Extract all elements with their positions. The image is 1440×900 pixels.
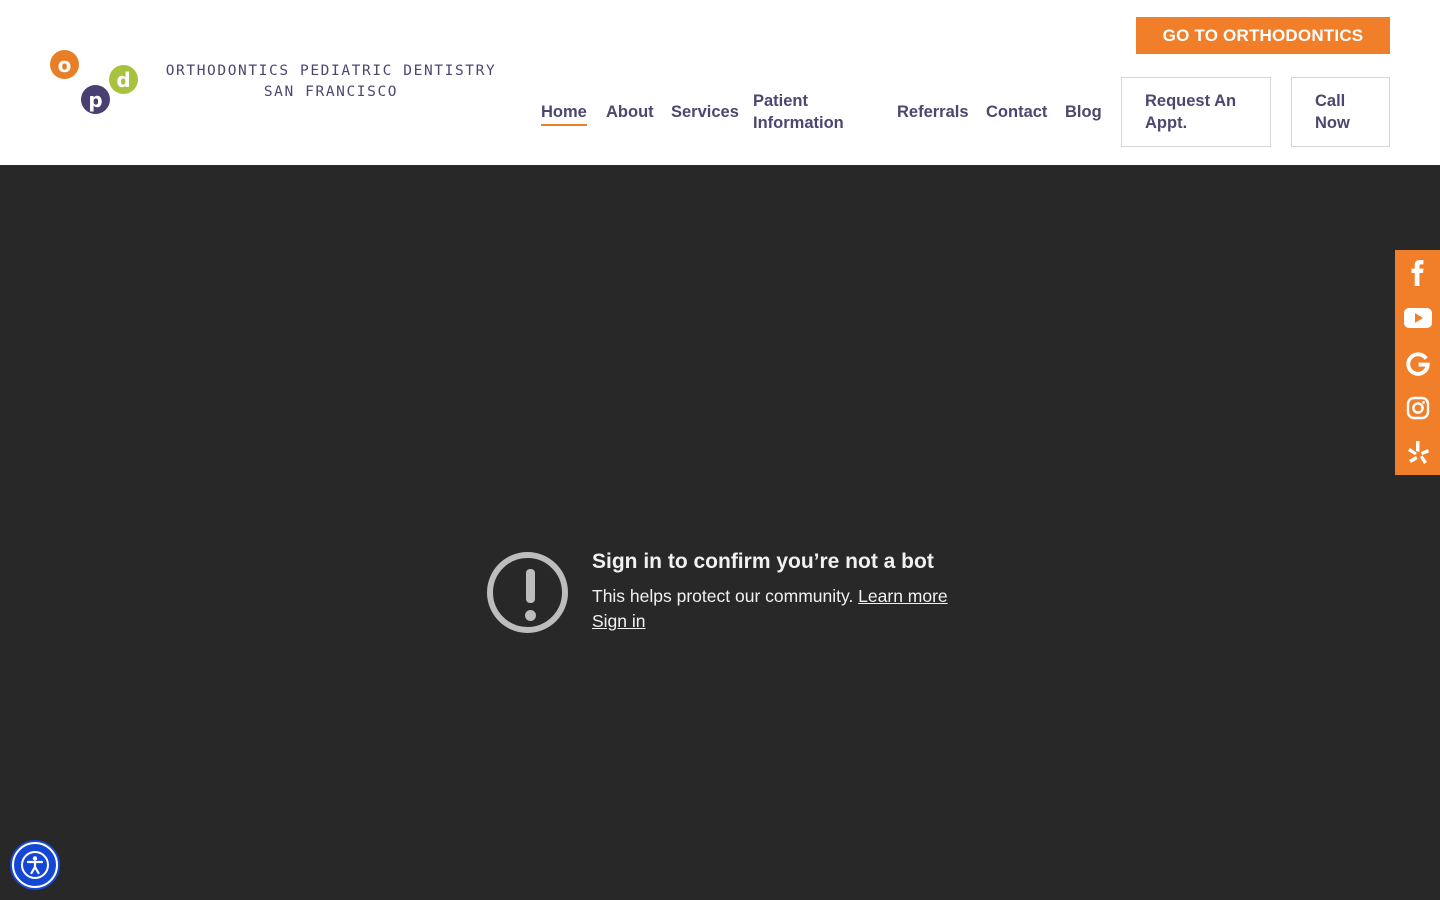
logo-line-2: SAN FRANCISCO	[263, 84, 399, 100]
go-to-orthodontics-button[interactable]: GO TO ORTHODONTICS	[1136, 17, 1390, 54]
nav-referrals[interactable]: Referrals	[897, 101, 969, 123]
learn-more-link[interactable]: Learn more	[858, 586, 948, 606]
nav-about[interactable]: About	[606, 101, 654, 123]
youtube-icon[interactable]	[1395, 295, 1440, 340]
alert-icon	[487, 552, 568, 633]
logo-o-circle: o	[50, 50, 79, 79]
logo-text: ORTHODONTICS PEDIATRIC DENTISTRY SAN FRA…	[156, 61, 506, 103]
accessibility-icon	[21, 851, 49, 879]
request-line-1: Request An	[1145, 92, 1237, 110]
logo-p-circle: p	[81, 85, 110, 114]
video-embed[interactable]	[0, 165, 1440, 900]
nav-services[interactable]: Services	[671, 101, 739, 123]
alert-icon-dot	[525, 610, 536, 621]
logo-line-1: ORTHODONTICS PEDIATRIC DENTISTRY	[165, 63, 497, 79]
site-header: o d p ORTHODONTICS PEDIATRIC DENTISTRY S…	[0, 0, 1440, 165]
bot-check-body-text: This helps protect our community.	[592, 586, 859, 606]
bot-check-message: Sign in to confirm you’re not a bot This…	[487, 549, 1007, 639]
instagram-icon[interactable]	[1395, 385, 1440, 430]
google-icon[interactable]	[1395, 340, 1440, 385]
nav-contact[interactable]: Contact	[986, 101, 1047, 123]
yelp-icon[interactable]	[1395, 430, 1440, 475]
call-now-button[interactable]: Call Now	[1291, 77, 1390, 147]
accessibility-button[interactable]	[12, 842, 58, 888]
request-appointment-button[interactable]: Request An Appt.	[1121, 77, 1271, 147]
social-sidebar	[1395, 250, 1440, 475]
nav-patient-information[interactable]: Patient Information	[753, 90, 844, 134]
alert-icon-bar	[526, 569, 535, 603]
request-line-2: Appt.	[1145, 114, 1188, 132]
nav-blog[interactable]: Blog	[1065, 101, 1102, 123]
nav-patient-line-1: Patient	[753, 92, 809, 110]
nav-patient-line-2: Information	[753, 114, 844, 132]
nav-home[interactable]: Home	[541, 101, 587, 126]
call-line-1: Call	[1315, 92, 1346, 110]
facebook-icon[interactable]	[1395, 250, 1440, 295]
bot-check-title: Sign in to confirm you’re not a bot	[592, 550, 934, 573]
logo-d-circle: d	[109, 65, 138, 94]
sign-in-link[interactable]: Sign in	[592, 611, 646, 632]
site-logo[interactable]: o d p ORTHODONTICS PEDIATRIC DENTISTRY S…	[48, 48, 518, 120]
bot-check-body: This helps protect our community. Learn …	[592, 586, 948, 607]
call-line-2: Now	[1315, 114, 1350, 132]
